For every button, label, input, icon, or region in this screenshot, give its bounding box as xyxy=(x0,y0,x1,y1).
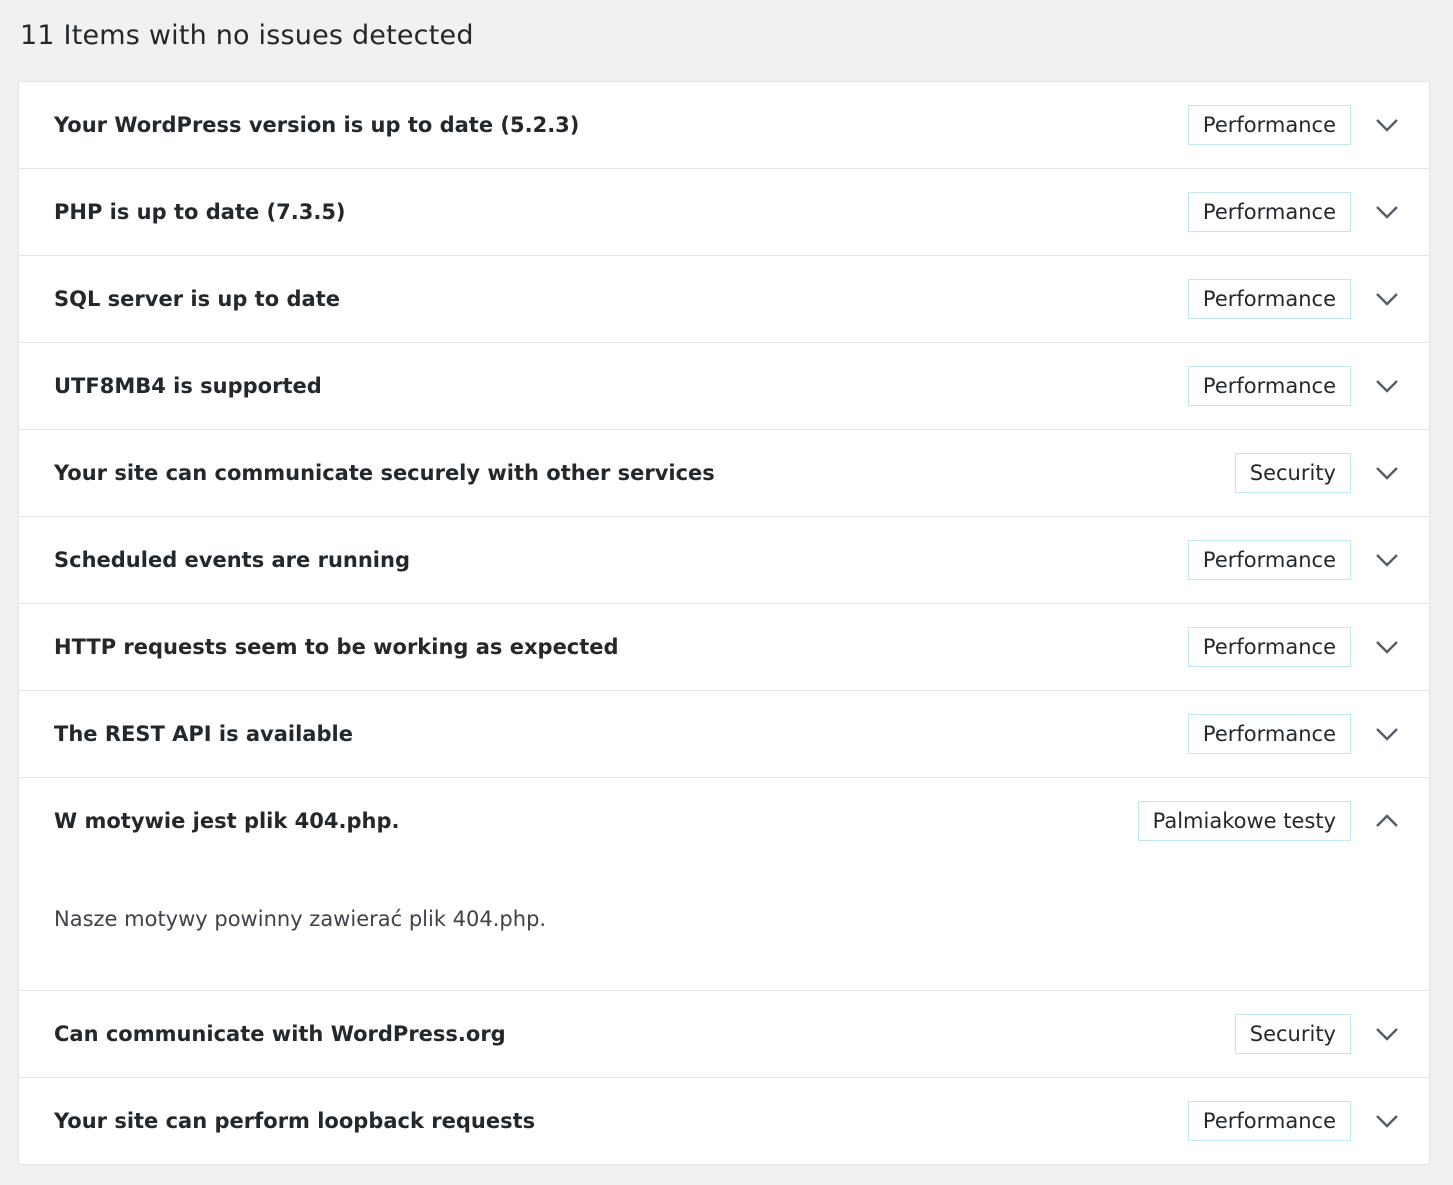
accordion-item: SQL server is up to date Performance xyxy=(19,256,1429,343)
chevron-up-icon[interactable] xyxy=(1373,807,1401,835)
accordion-trigger[interactable]: UTF8MB4 is supported Performance xyxy=(19,343,1429,429)
accordion-trigger[interactable]: Your site can perform loopback requests … xyxy=(19,1078,1429,1164)
accordion-trigger[interactable]: HTTP requests seem to be working as expe… xyxy=(19,604,1429,690)
chevron-down-icon[interactable] xyxy=(1373,459,1401,487)
category-badge: Performance xyxy=(1187,540,1351,580)
chevron-down-icon[interactable] xyxy=(1373,111,1401,139)
category-badge: Performance xyxy=(1187,279,1351,319)
category-badge: Performance xyxy=(1187,105,1351,145)
item-title: W motywie jest plik 404.php. xyxy=(54,809,400,833)
accordion-item-expanded: W motywie jest plik 404.php. Palmiakowe … xyxy=(19,778,1429,991)
accordion-trigger[interactable]: Scheduled events are running Performance xyxy=(19,517,1429,603)
accordion-item: Your site can communicate securely with … xyxy=(19,430,1429,517)
accordion-item: HTTP requests seem to be working as expe… xyxy=(19,604,1429,691)
accordion-item: UTF8MB4 is supported Performance xyxy=(19,343,1429,430)
category-badge: Performance xyxy=(1187,366,1351,406)
chevron-down-icon[interactable] xyxy=(1373,1107,1401,1135)
category-badge: Performance xyxy=(1187,627,1351,667)
item-description: Nasze motywy powinny zawierać plik 404.p… xyxy=(54,907,547,931)
accordion-panel: Your WordPress version is up to date (5.… xyxy=(18,81,1430,1165)
item-title: Scheduled events are running xyxy=(54,548,410,572)
item-title: Your site can communicate securely with … xyxy=(54,461,715,485)
item-title: HTTP requests seem to be working as expe… xyxy=(54,635,619,659)
chevron-down-icon[interactable] xyxy=(1373,546,1401,574)
chevron-down-icon[interactable] xyxy=(1373,1020,1401,1048)
accordion-item: Your WordPress version is up to date (5.… xyxy=(19,82,1429,169)
accordion-item: The REST API is available Performance xyxy=(19,691,1429,778)
item-title: Your site can perform loopback requests xyxy=(54,1109,536,1133)
category-badge: Palmiakowe testy xyxy=(1137,801,1351,841)
chevron-down-icon[interactable] xyxy=(1373,372,1401,400)
category-badge: Security xyxy=(1234,1014,1351,1054)
category-badge: Security xyxy=(1234,453,1351,493)
item-title: UTF8MB4 is supported xyxy=(54,374,322,398)
accordion-trigger[interactable]: Your WordPress version is up to date (5.… xyxy=(19,82,1429,168)
chevron-down-icon[interactable] xyxy=(1373,633,1401,661)
chevron-down-icon[interactable] xyxy=(1373,285,1401,313)
accordion-trigger[interactable]: PHP is up to date (7.3.5) Performance xyxy=(19,169,1429,255)
item-title: SQL server is up to date xyxy=(54,287,340,311)
site-health-page: 11 Items with no issues detected Your Wo… xyxy=(0,0,1453,1185)
item-title: Your WordPress version is up to date (5.… xyxy=(54,113,580,137)
accordion-trigger[interactable]: Can communicate with WordPress.org Secur… xyxy=(19,991,1429,1077)
chevron-down-icon[interactable] xyxy=(1373,198,1401,226)
item-title: PHP is up to date (7.3.5) xyxy=(54,200,346,224)
accordion-item: Scheduled events are running Performance xyxy=(19,517,1429,604)
category-badge: Performance xyxy=(1187,1101,1351,1141)
accordion-trigger[interactable]: SQL server is up to date Performance xyxy=(19,256,1429,342)
item-title: Can communicate with WordPress.org xyxy=(54,1022,506,1046)
section-heading: 11 Items with no issues detected xyxy=(20,20,474,51)
accordion-item: Your site can perform loopback requests … xyxy=(19,1078,1429,1164)
item-title: The REST API is available xyxy=(54,722,353,746)
accordion-trigger[interactable]: W motywie jest plik 404.php. Palmiakowe … xyxy=(19,778,1429,864)
accordion-item: PHP is up to date (7.3.5) Performance xyxy=(19,169,1429,256)
accordion-item: Can communicate with WordPress.org Secur… xyxy=(19,991,1429,1078)
category-badge: Performance xyxy=(1187,192,1351,232)
category-badge: Performance xyxy=(1187,714,1351,754)
accordion-trigger[interactable]: The REST API is available Performance xyxy=(19,691,1429,777)
chevron-down-icon[interactable] xyxy=(1373,720,1401,748)
accordion-trigger[interactable]: Your site can communicate securely with … xyxy=(19,430,1429,516)
